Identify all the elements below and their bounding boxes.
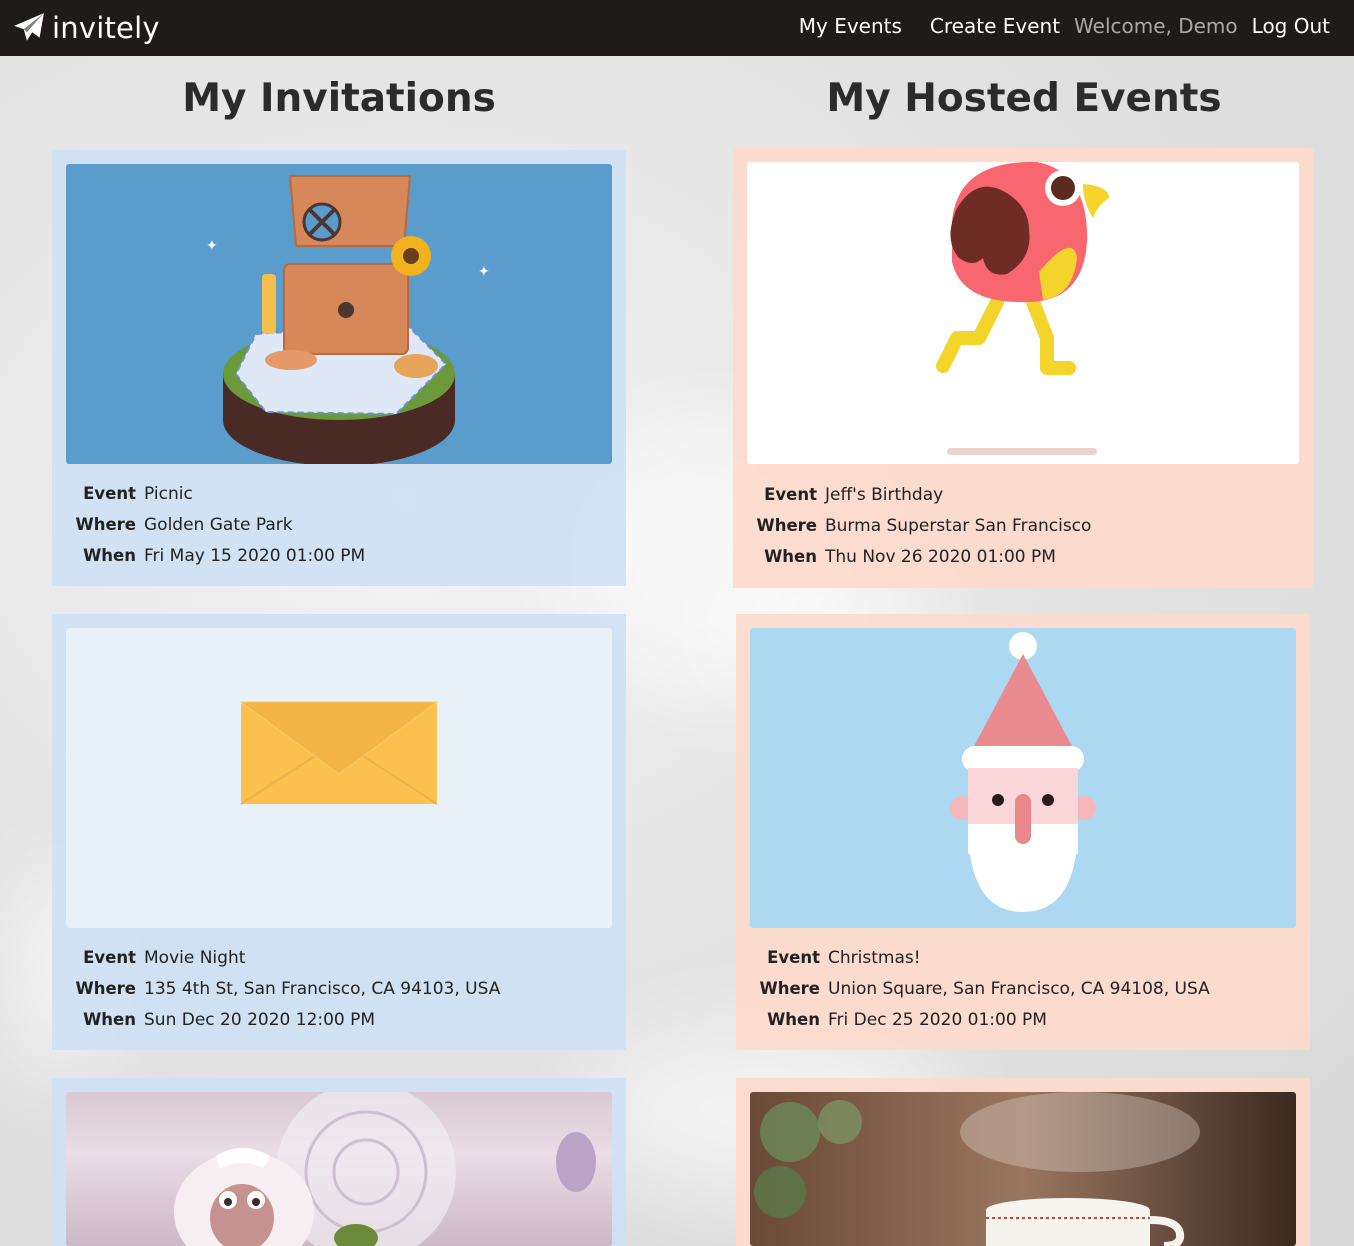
event-date: Fri Dec 25 2020 01:00 PM <box>828 1009 1047 1030</box>
invitation-card[interactable]: ✦ ✦ Event Picnic Where Golden Gate Park Wh… <box>52 150 626 586</box>
image-scroll-indicator <box>947 448 1097 455</box>
event-date: Thu Nov 26 2020 01:00 PM <box>825 546 1056 567</box>
nav-links: My Events Create Event Welcome, Demo Log… <box>771 0 1330 52</box>
nav-logout[interactable]: Log Out <box>1252 14 1330 38</box>
nav-welcome-text: Welcome, Demo <box>1074 14 1238 38</box>
nav-my-events[interactable]: My Events <box>799 14 902 38</box>
event-location: 135 4th St, San Francisco, CA 94103, USA <box>144 978 501 999</box>
event-location: Burma Superstar San Francisco <box>825 515 1092 536</box>
paper-plane-icon <box>14 13 44 41</box>
event-name: Jeff's Birthday <box>825 484 944 505</box>
invitation-card[interactable]: Event Movie Night Where 135 4th St, San Fr… <box>52 614 626 1050</box>
svg-text:✦: ✦ <box>478 264 490 280</box>
where-label: Where <box>75 515 136 534</box>
envelope-image <box>66 628 612 928</box>
invitation-details: Event Movie Night Where 135 4th St, San Fr… <box>74 942 501 1035</box>
running-bird-image <box>747 162 1299 464</box>
event-location: Union Square, San Francisco, CA 94108, U… <box>828 978 1210 999</box>
top-navbar: invitely My Events Create Event Welcome,… <box>0 0 1354 56</box>
brand-name: invitely <box>52 11 160 45</box>
invitations-title: My Invitations <box>182 76 496 121</box>
coffee-image <box>750 1092 1296 1246</box>
event-label: Event <box>83 948 136 967</box>
event-date: Fri May 15 2020 01:00 PM <box>144 545 366 566</box>
nav-create-event[interactable]: Create Event <box>930 14 1060 38</box>
event-label: Event <box>83 484 136 503</box>
hosted-details: Event Jeff's Birthday Where Burma Supersta… <box>755 479 1092 572</box>
invitation-details: Event Picnic Where Golden Gate Park When Fr… <box>74 478 366 571</box>
event-name: Christmas! <box>828 947 921 968</box>
event-label: Event <box>767 948 820 967</box>
hosted-title: My Hosted Events <box>826 76 1222 121</box>
picnic-image: ✦ ✦ <box>66 164 612 464</box>
hosted-card[interactable]: Event Jeff's Birthday Where Burma Supersta… <box>733 148 1313 588</box>
event-label: Event <box>764 485 817 504</box>
when-label: When <box>764 547 817 566</box>
hosted-card[interactable]: Event Christmas! Where Union Square, San F… <box>736 614 1310 1050</box>
event-name: Movie Night <box>144 947 246 968</box>
where-label: Where <box>759 979 820 998</box>
event-name: Picnic <box>144 483 193 504</box>
when-label: When <box>83 1010 136 1029</box>
event-location: Golden Gate Park <box>144 514 293 535</box>
where-label: Where <box>75 979 136 998</box>
svg-text:✦: ✦ <box>206 238 218 254</box>
where-label: Where <box>756 516 817 535</box>
when-label: When <box>83 546 136 565</box>
when-label: When <box>767 1010 820 1029</box>
muppet-image <box>66 1092 612 1246</box>
invitation-card[interactable] <box>52 1078 626 1246</box>
hosted-details: Event Christmas! Where Union Square, San F… <box>758 942 1210 1035</box>
event-date: Sun Dec 20 2020 12:00 PM <box>144 1009 376 1030</box>
santa-image <box>750 628 1296 928</box>
hosted-card[interactable] <box>736 1078 1310 1246</box>
brand-logo[interactable]: invitely <box>12 8 160 48</box>
